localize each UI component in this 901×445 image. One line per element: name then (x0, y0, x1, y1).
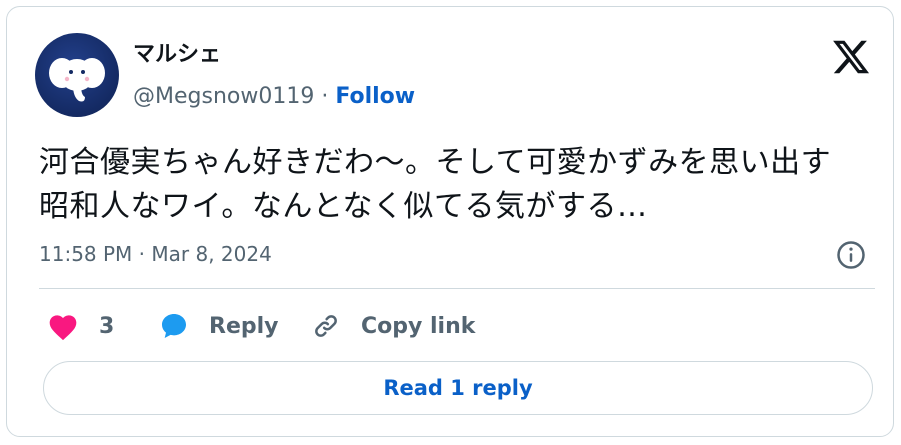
like-button[interactable]: 3 (47, 309, 114, 343)
divider (39, 288, 875, 289)
follow-button[interactable]: Follow (335, 84, 415, 109)
reply-label: Reply (209, 313, 279, 339)
x-logo-icon[interactable] (831, 37, 871, 77)
handle-row: @Megsnow0119 · Follow (133, 83, 415, 111)
avatar[interactable] (35, 33, 119, 117)
tweet-text: 河合優実ちゃん好きだわ〜。そして可愛かずみを思い出す昭和人なワイ。なんとなく似て… (39, 145, 832, 224)
separator-dot: · (321, 84, 329, 109)
link-icon (315, 315, 337, 337)
copy-link-button[interactable]: Copy link (311, 309, 475, 343)
tweet-timestamp[interactable]: 11:58 PM · Mar 8, 2024 (39, 239, 272, 269)
display-name[interactable]: マルシェ (133, 41, 221, 69)
tweet-card: マルシェ @Megsnow0119 · Follow 河合優実ちゃん好きだわ〜。… (6, 6, 894, 437)
like-count: 3 (99, 313, 115, 339)
reply-bubble-icon (162, 314, 186, 338)
read-replies-button[interactable]: Read 1 reply (43, 361, 873, 415)
heart-icon (49, 315, 77, 341)
info-icon[interactable] (836, 240, 866, 270)
elephant-avatar-icon (49, 58, 105, 102)
reply-button[interactable]: Reply (157, 309, 279, 343)
user-handle[interactable]: @Megsnow0119 (133, 84, 314, 109)
copy-link-label: Copy link (361, 313, 476, 339)
